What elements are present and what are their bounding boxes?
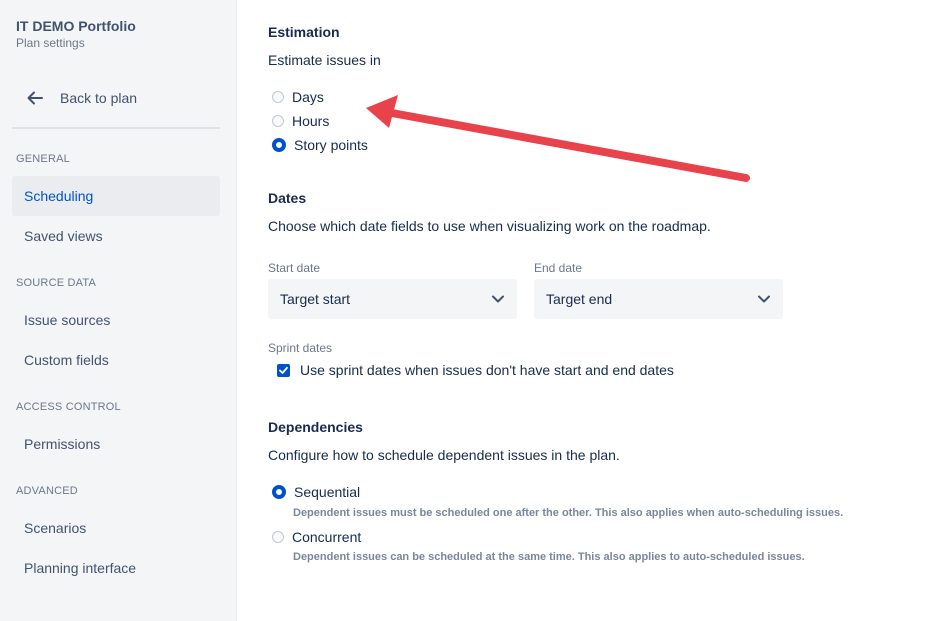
dependencies-heading: Dependencies	[268, 419, 363, 435]
end-date-value: Target end	[546, 291, 613, 307]
sidebar-item-scheduling[interactable]: Scheduling	[12, 176, 220, 216]
back-to-plan-button[interactable]: Back to plan	[12, 82, 220, 114]
radio-hours[interactable]: Hours	[272, 113, 329, 129]
section-access-control: ACCESS CONTROL	[16, 401, 121, 413]
sequential-description: Dependent issues must be scheduled one a…	[293, 507, 844, 519]
start-date-select[interactable]: Target start	[268, 279, 517, 319]
radio-story-points[interactable]: Story points	[272, 137, 368, 153]
back-to-plan-label: Back to plan	[60, 90, 138, 106]
sidebar-item-saved-views[interactable]: Saved views	[12, 216, 220, 256]
sprint-dates-checkbox-label: Use sprint dates when issues don't have …	[300, 362, 674, 378]
project-title: IT DEMO Portfolio	[16, 18, 136, 34]
radio-story-points-label: Story points	[294, 137, 368, 153]
radio-days[interactable]: Days	[272, 89, 324, 105]
dates-description: Choose which date fields to use when vis…	[268, 218, 711, 234]
start-date-value: Target start	[280, 291, 351, 307]
sprint-dates-label: Sprint dates	[268, 341, 333, 355]
section-general: GENERAL	[16, 153, 70, 165]
arrow-left-icon	[27, 91, 43, 105]
radio-concurrent[interactable]: Concurrent	[272, 529, 361, 545]
concurrent-description: Dependent issues can be scheduled at the…	[293, 551, 805, 563]
dates-heading: Dates	[268, 190, 307, 206]
chevron-down-icon	[492, 295, 504, 303]
sidebar-item-custom-fields[interactable]: Custom fields	[12, 340, 220, 380]
section-advanced: ADVANCED	[16, 485, 78, 497]
sidebar-item-planning-interface[interactable]: Planning interface	[12, 548, 220, 588]
radio-sequential-label: Sequential	[294, 484, 361, 500]
estimation-label: Estimate issues in	[268, 52, 381, 68]
radio-story-points-control[interactable]	[272, 138, 286, 152]
estimation-heading: Estimation	[268, 24, 340, 40]
radio-hours-control[interactable]	[272, 115, 284, 127]
sprint-dates-checkbox[interactable]	[277, 363, 290, 377]
sidebar-item-issue-sources[interactable]: Issue sources	[12, 300, 220, 340]
end-date-select[interactable]: Target end	[534, 279, 783, 319]
sidebar: IT DEMO Portfolio Plan settings Back to …	[0, 0, 237, 621]
section-source-data: SOURCE DATA	[16, 277, 97, 289]
chevron-down-icon	[758, 295, 770, 303]
start-date-label: Start date	[268, 261, 321, 275]
radio-days-label: Days	[292, 89, 324, 105]
checkmark-icon	[279, 366, 288, 374]
radio-days-control[interactable]	[272, 91, 284, 103]
end-date-label: End date	[534, 261, 583, 275]
sidebar-item-scenarios[interactable]: Scenarios	[12, 508, 220, 548]
sidebar-divider	[12, 127, 220, 129]
radio-sequential[interactable]: Sequential	[272, 484, 360, 500]
sidebar-item-permissions[interactable]: Permissions	[12, 424, 220, 464]
dependencies-description: Configure how to schedule dependent issu…	[268, 447, 620, 463]
radio-concurrent-label: Concurrent	[292, 529, 362, 545]
radio-sequential-control[interactable]	[272, 485, 286, 499]
project-subtitle: Plan settings	[16, 36, 85, 50]
sprint-dates-checkbox-row[interactable]: Use sprint dates when issues don't have …	[277, 362, 674, 378]
radio-hours-label: Hours	[292, 113, 330, 129]
radio-concurrent-control[interactable]	[272, 531, 284, 543]
